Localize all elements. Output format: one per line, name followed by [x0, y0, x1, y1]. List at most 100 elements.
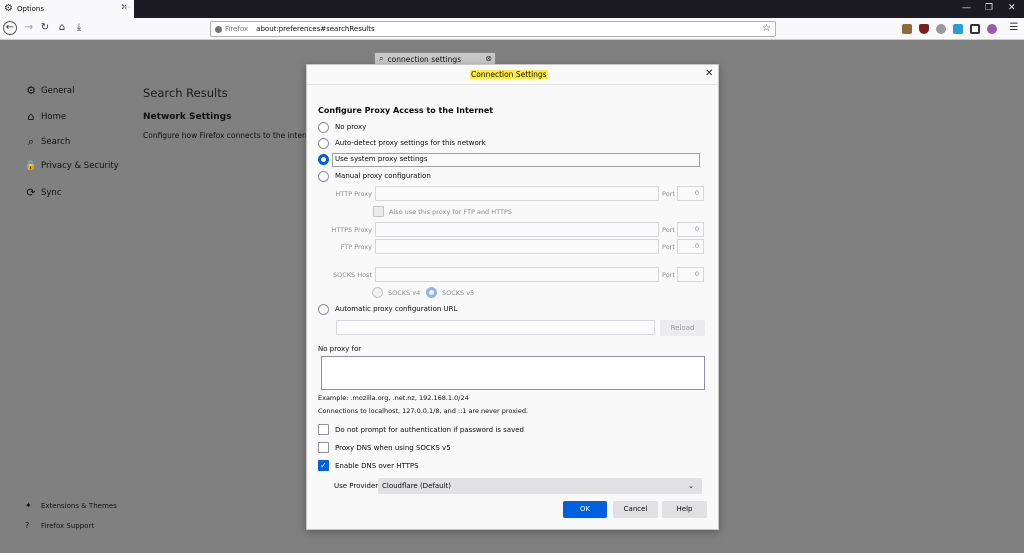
https-port-label: Port [662, 226, 675, 234]
ftp-port-label: Port [662, 243, 675, 251]
sidebar-item-label: Home [41, 111, 67, 122]
https-port-input[interactable]: 0 [677, 222, 704, 237]
dialog-title-bar: Connection Settings ✕ [307, 65, 718, 85]
socks-v4-radio[interactable] [372, 287, 383, 298]
no-proxy-radio[interactable] [318, 122, 329, 133]
no-proxy-for-textarea[interactable] [321, 356, 705, 390]
firefox-logo-icon [215, 25, 222, 33]
extension-6-icon[interactable] [987, 24, 997, 34]
ftp-proxy-label: FTP Proxy [340, 243, 372, 251]
bookmark-star-icon[interactable]: ☆ [762, 23, 771, 34]
localhost-note: Connections to localhost, 127.0.0.1/8, a… [318, 407, 529, 415]
search-icon: ⌕ [379, 54, 384, 63]
menu-icon[interactable]: ☰ [1008, 22, 1020, 34]
sidebar-item-sync[interactable]: ⟳ Sync [25, 186, 62, 199]
sidebar-item-home[interactable]: ⌂ Home [25, 110, 67, 123]
gear-icon: ⚙ [4, 3, 13, 14]
dialog-close-icon[interactable]: ✕ [705, 68, 713, 79]
use-provider-label: Use Provider [334, 482, 379, 490]
sidebar-item-general[interactable]: ⚙ General [25, 84, 74, 97]
socks-v4-label: SOCKS v4 [388, 289, 421, 297]
also-use-proxy-checkbox[interactable] [373, 206, 384, 217]
ftp-proxy-input[interactable] [375, 239, 659, 254]
ftp-port-input[interactable]: 0 [677, 239, 704, 254]
http-port-input[interactable]: 0 [677, 186, 704, 201]
page-title: Search Results [143, 86, 228, 100]
http-proxy-label: HTTP Proxy [335, 190, 372, 198]
https-proxy-input[interactable] [375, 222, 659, 237]
section-description: Configure how Firefox connects to the in… [143, 131, 318, 140]
footer-link-label: Extensions & Themes [41, 501, 117, 510]
auto-proxy-url-radio[interactable] [318, 304, 329, 315]
provider-value: Cloudflare (Default) [382, 482, 451, 490]
system-proxy-radio[interactable] [318, 154, 329, 165]
manual-proxy-radio[interactable] [318, 171, 329, 182]
dialog-heading: Configure Proxy Access to the Internet [318, 106, 494, 115]
minimize-button[interactable]: — [962, 2, 971, 14]
http-proxy-input[interactable] [375, 186, 659, 201]
sidebar-item-search[interactable]: ⌕ Search [25, 135, 70, 149]
http-port-label: Port [662, 190, 675, 198]
tab-options[interactable]: ⚙ Options ✕ [0, 0, 134, 18]
socks-v5-label: SOCKS v5 [442, 289, 475, 297]
gear-icon: ⚙ [26, 84, 36, 97]
url-bar[interactable]: Firefox about:preferences#searchResults … [210, 21, 776, 37]
socks-port-input[interactable]: 0 [677, 267, 704, 282]
home-icon: ⌂ [27, 110, 35, 123]
lock-icon: 🔒 [25, 161, 37, 171]
extension-4-icon[interactable] [953, 24, 963, 34]
connection-settings-dialog: Connection Settings ✕ Configure Proxy Ac… [306, 64, 719, 530]
dns-over-https-label: Enable DNS over HTTPS [335, 462, 419, 470]
reload-icon[interactable]: ↻ [39, 22, 51, 34]
auto-detect-radio[interactable] [318, 138, 329, 149]
extension-1-icon[interactable] [902, 24, 912, 34]
no-proxy-for-label: No proxy for [318, 345, 362, 353]
no-auth-prompt-label: Do not prompt for authentication if pass… [335, 426, 524, 434]
socks-v5-radio[interactable] [426, 287, 437, 298]
home-icon[interactable]: ⌂ [56, 22, 68, 34]
downloads-icon[interactable]: ⤓ [73, 22, 85, 34]
proxy-dns-checkbox[interactable] [318, 442, 329, 453]
proxy-dns-label: Proxy DNS when using SOCKS v5 [335, 444, 451, 452]
extension-3-icon[interactable] [936, 24, 946, 34]
also-use-proxy-label: Also use this proxy for FTP and HTTPS [389, 208, 513, 216]
socks-host-input[interactable] [375, 267, 659, 282]
sidebar-item-privacy[interactable]: 🔒 Privacy & Security [25, 161, 119, 171]
tab-title: Options [17, 5, 45, 13]
qr-icon[interactable] [970, 24, 980, 34]
socks-port-label: Port [662, 271, 675, 279]
forward-icon[interactable]: → [23, 22, 35, 34]
help-icon: ? [25, 521, 30, 530]
sidebar-support-link[interactable]: ? Firefox Support [25, 521, 94, 530]
ublock-icon[interactable] [919, 24, 929, 34]
https-proxy-label: HTTPS Proxy [331, 226, 372, 234]
system-proxy-label: Use system proxy settings [335, 155, 428, 163]
provider-select[interactable]: Cloudflare (Default) ⌄ [378, 478, 702, 494]
sidebar-item-label: Privacy & Security [41, 161, 119, 171]
help-button[interactable]: Help [662, 501, 707, 518]
auto-proxy-url-input[interactable] [336, 320, 655, 335]
ok-button[interactable]: OK [563, 501, 607, 518]
sidebar-item-label: Sync [41, 187, 62, 198]
example-text: Example: .mozilla.org, .net.nz, 192.168.… [318, 394, 469, 402]
auto-proxy-url-label: Automatic proxy configuration URL [335, 305, 458, 313]
manual-proxy-label: Manual proxy configuration [335, 172, 431, 180]
cancel-button[interactable]: Cancel [613, 501, 658, 518]
dns-over-https-checkbox[interactable]: ✓ [318, 460, 329, 471]
identity-box[interactable]: Firefox [215, 25, 248, 33]
no-auth-prompt-checkbox[interactable] [318, 424, 329, 435]
window-close-button[interactable]: ✕ [1008, 2, 1016, 14]
url-brand: Firefox [225, 25, 249, 33]
sidebar-extensions-link[interactable]: ✦ Extensions & Themes [25, 501, 117, 510]
section-title: Network Settings [143, 112, 232, 122]
new-tab-button[interactable]: + [121, 1, 132, 15]
footer-link-label: Firefox Support [41, 521, 95, 530]
clear-search-icon[interactable]: ⊗ [485, 54, 492, 63]
puzzle-icon: ✦ [25, 501, 32, 510]
back-icon[interactable]: ← [3, 21, 17, 35]
reload-button[interactable]: Reload [660, 320, 705, 336]
restore-button[interactable]: ❐ [985, 2, 993, 14]
socks-host-label: SOCKS Host [332, 271, 372, 279]
auto-detect-label: Auto-detect proxy settings for this netw… [335, 139, 486, 147]
sync-icon: ⟳ [26, 186, 36, 199]
